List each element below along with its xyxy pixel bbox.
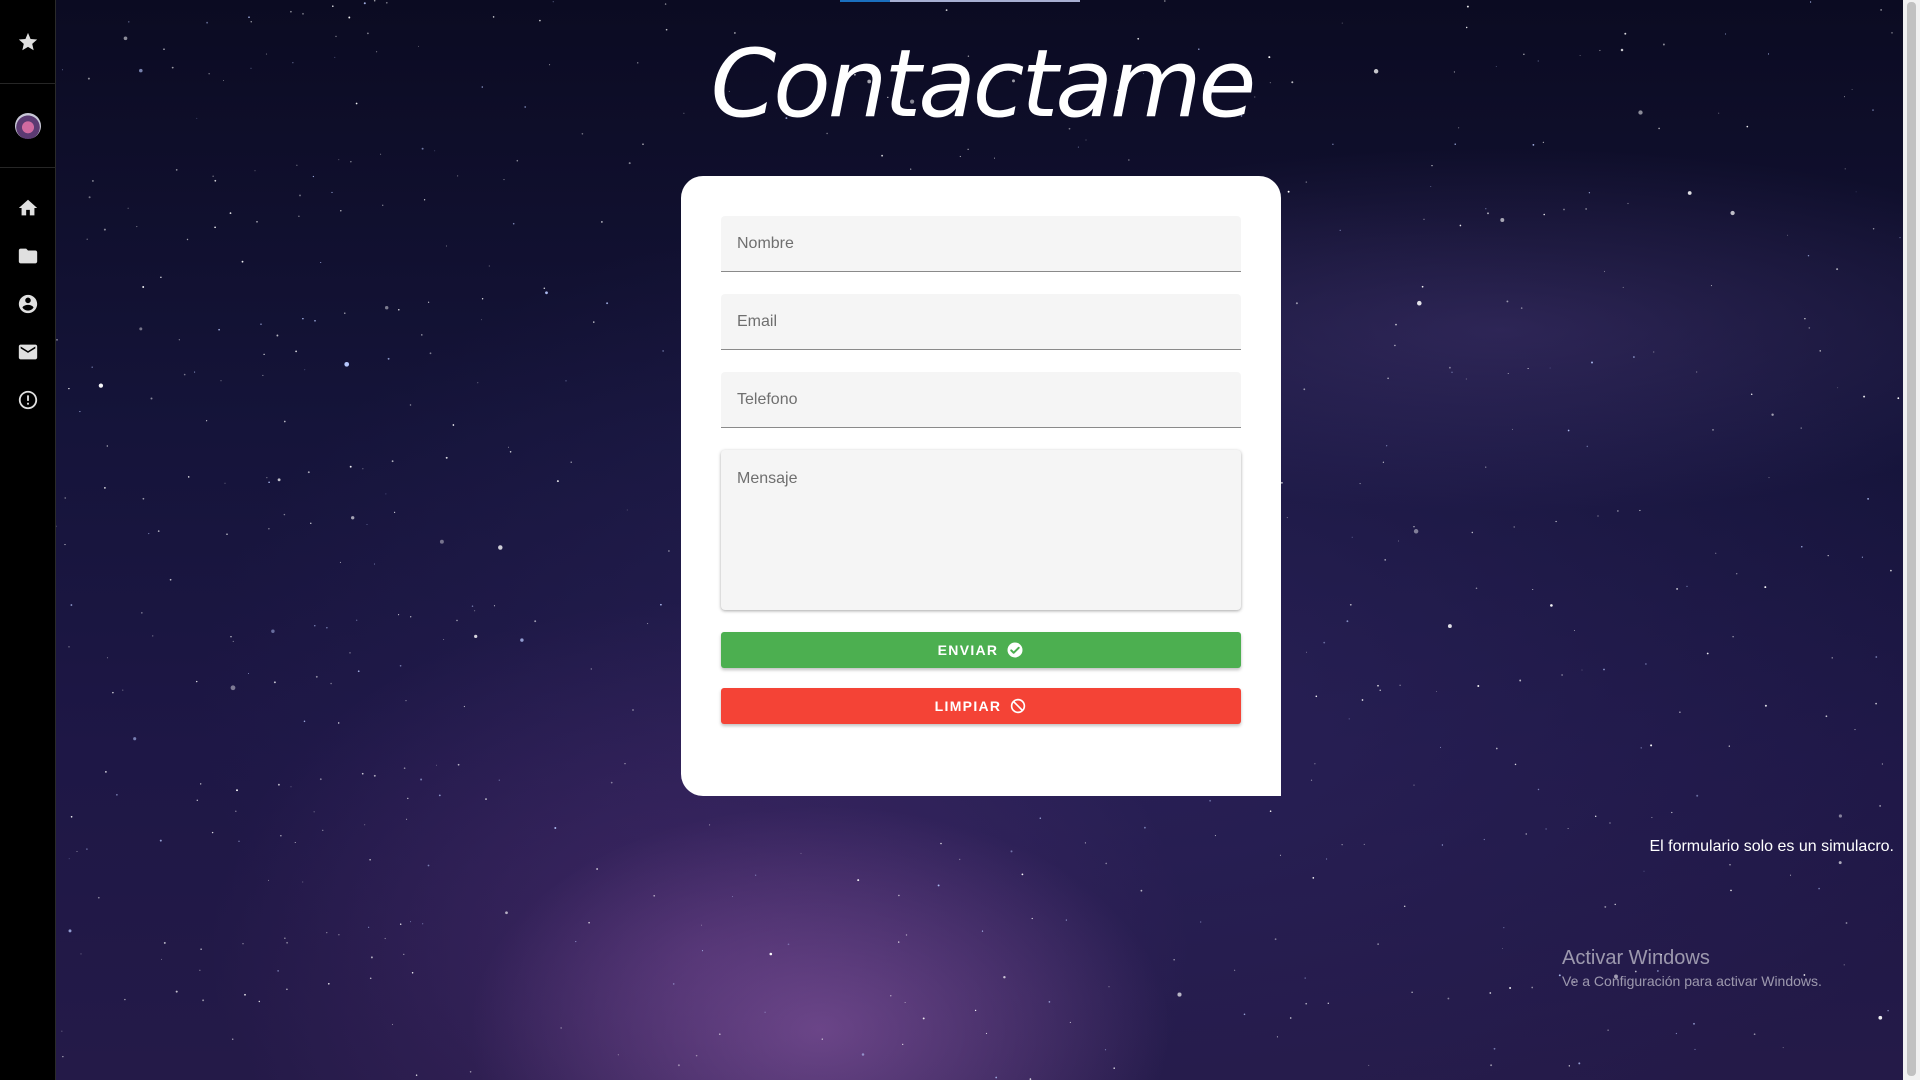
email-field[interactable] <box>721 294 1241 349</box>
page-title: Contactame <box>710 30 1257 139</box>
check-circle-icon <box>1007 642 1023 658</box>
clear-button-label: LIMPIAR <box>934 698 1002 714</box>
page-scrollbar[interactable] <box>1903 0 1920 1080</box>
email-field-container <box>721 294 1241 350</box>
simulation-note: El formulario solo es un simulacro. <box>1649 838 1894 855</box>
name-field[interactable] <box>721 216 1241 271</box>
sidebar <box>0 0 56 1080</box>
clear-button[interactable]: LIMPIAR <box>721 688 1241 724</box>
account-circle-icon[interactable] <box>16 292 40 316</box>
message-field[interactable] <box>721 450 1241 610</box>
folder-icon[interactable] <box>16 244 40 268</box>
contact-form-card: ENVIAR LIMPIAR <box>681 176 1281 796</box>
watermark-subtitle: Ve a Configuración para activar Windows. <box>1562 973 1822 989</box>
send-button-label: ENVIAR <box>937 642 999 658</box>
watermark-title: Activar Windows <box>1562 947 1710 969</box>
home-icon[interactable] <box>16 196 40 220</box>
windows-activation-watermark: Activar Windows Ve a Configuración para … <box>1562 947 1822 989</box>
phone-field-container <box>721 372 1241 428</box>
block-icon <box>1011 698 1026 714</box>
alert-circle-icon[interactable] <box>16 388 40 412</box>
name-field-container <box>721 216 1241 272</box>
top-progress-indicator <box>840 0 1080 2</box>
sidebar-nav <box>16 196 40 412</box>
send-button[interactable]: ENVIAR <box>721 632 1241 668</box>
message-field-container <box>721 450 1241 610</box>
mail-icon[interactable] <box>16 340 40 364</box>
phone-field[interactable] <box>721 372 1241 427</box>
scrollbar-thumb[interactable] <box>1907 2 1916 1076</box>
